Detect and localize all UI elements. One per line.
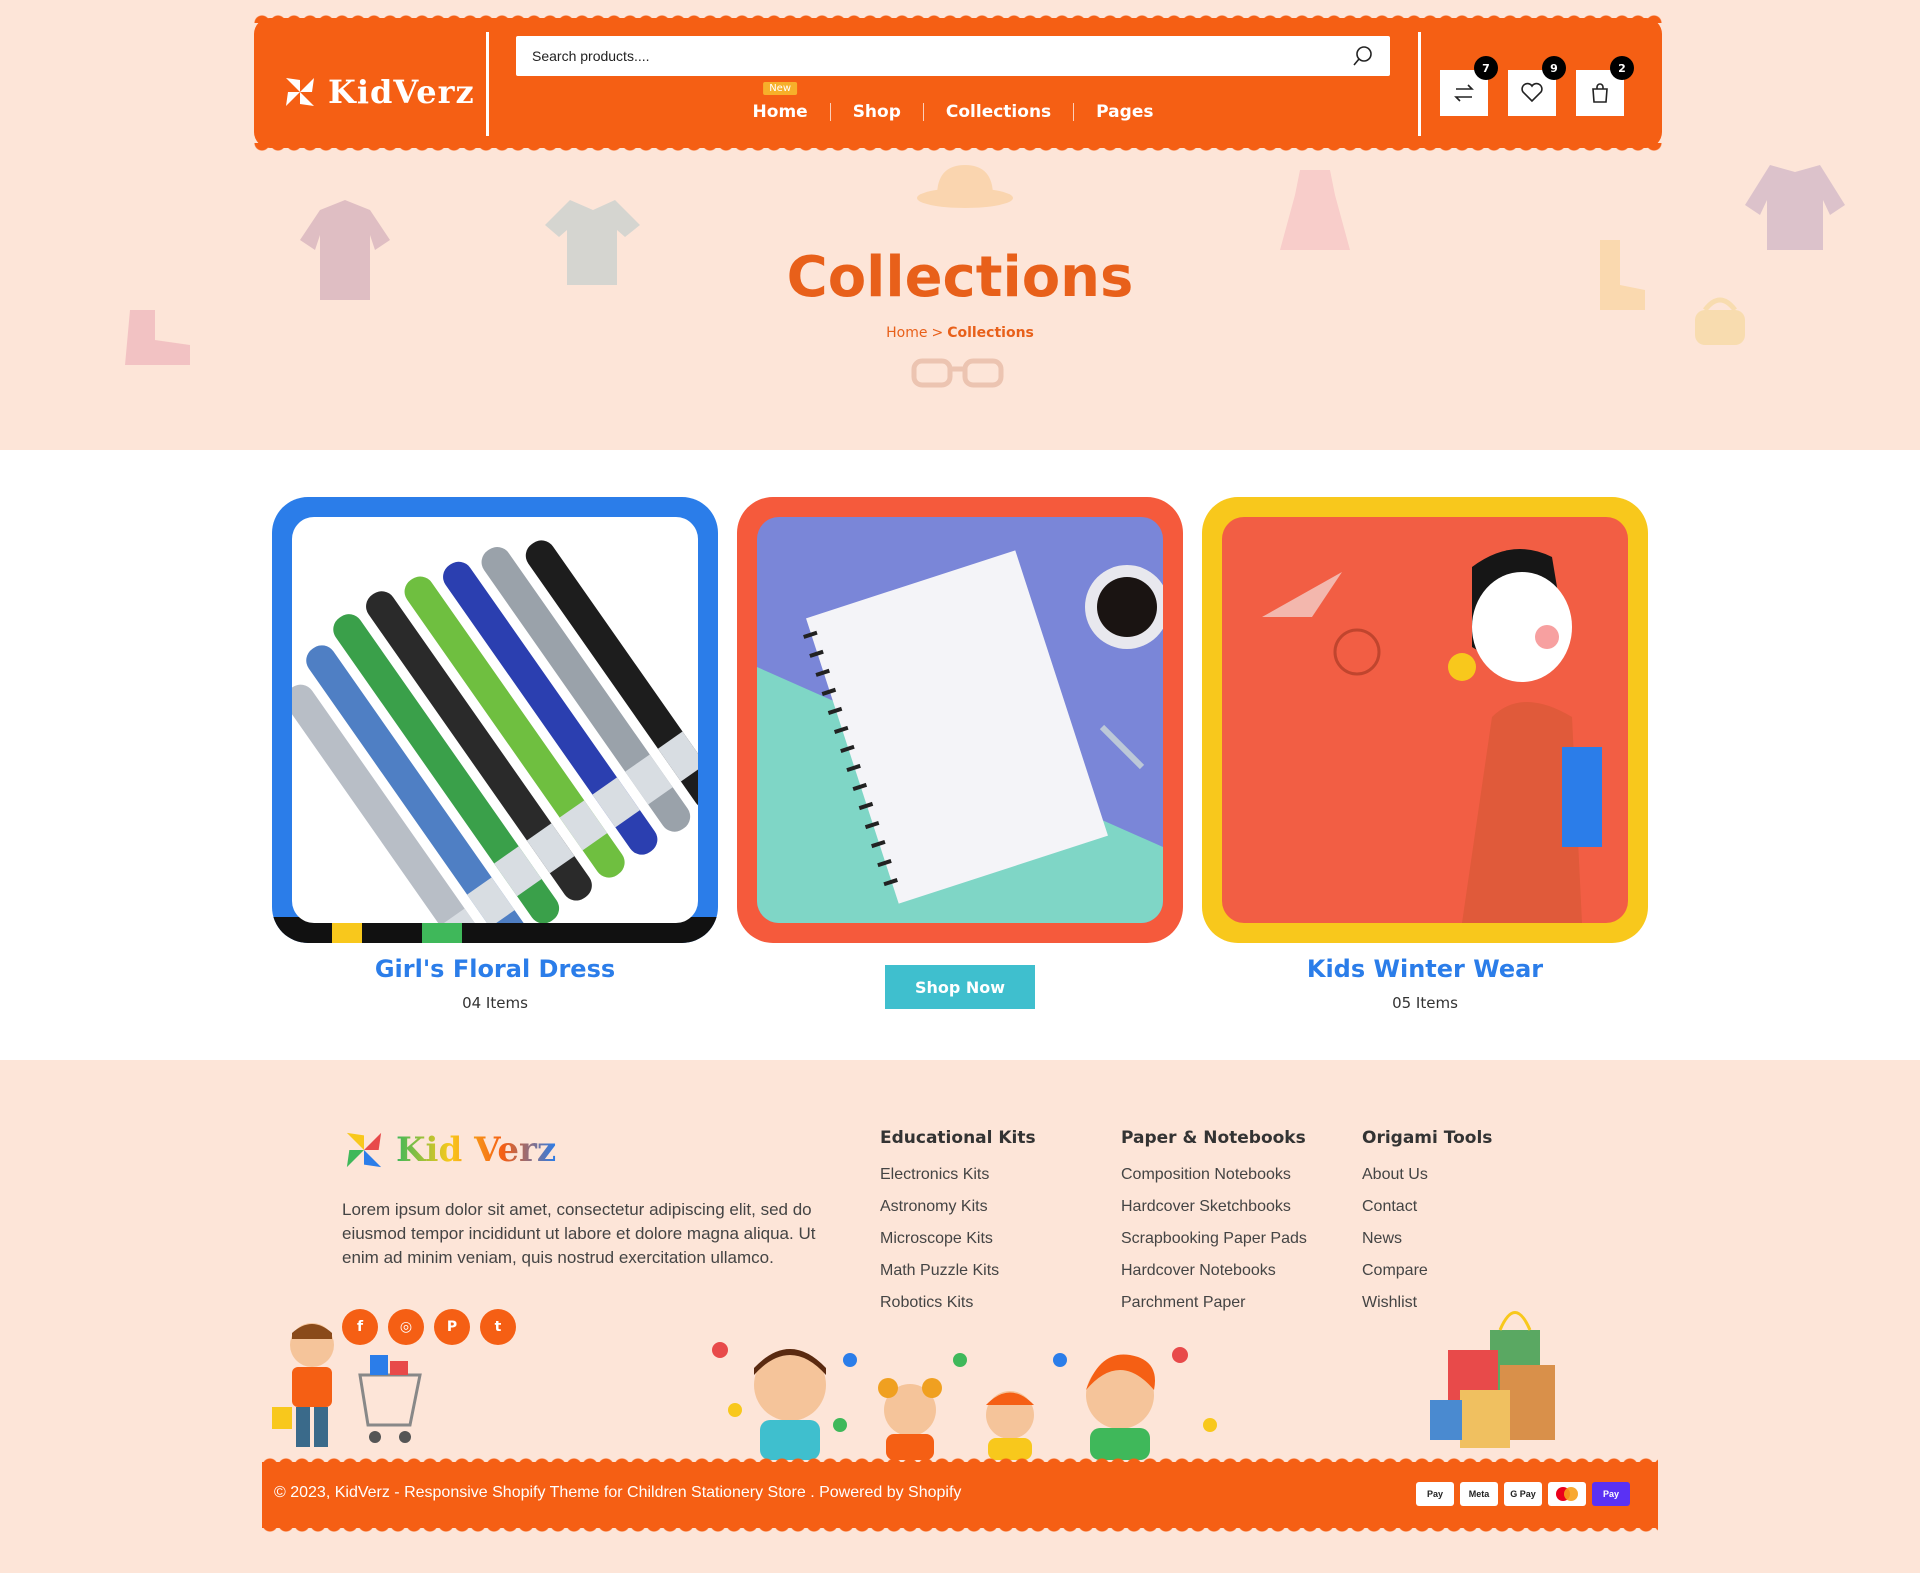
main-nav: New Home Shop Collections Pages	[516, 82, 1390, 122]
collection-title-3[interactable]: Kids Winter Wear	[1202, 955, 1648, 983]
compare-icon	[1454, 84, 1474, 102]
collection-title-1[interactable]: Girl's Floral Dress	[272, 955, 718, 983]
google-pay-icon: G Pay	[1504, 1482, 1542, 1506]
nav-item-shop[interactable]: Shop	[831, 102, 923, 122]
footer-column-paper-notebooks: Paper & Notebooks Composition Notebooks …	[1121, 1128, 1307, 1326]
heart-icon	[1521, 82, 1543, 103]
nav-label-home: Home	[752, 102, 808, 122]
meta-pay-icon: Meta	[1460, 1482, 1498, 1506]
kid-illustration-image	[1222, 517, 1628, 923]
twitter-icon[interactable]: t	[480, 1309, 516, 1345]
breadcrumb: Home > Collections	[0, 325, 1920, 341]
footer-bottom-bar: © 2023, KidVerz - Responsive Shopify The…	[262, 1456, 1658, 1534]
footer-column-title: Educational Kits	[880, 1128, 1036, 1148]
breadcrumb-separator: >	[931, 325, 944, 341]
new-badge: New	[763, 82, 798, 95]
cart-count: 2	[1610, 56, 1634, 80]
search-bar	[516, 36, 1390, 76]
footer-link[interactable]: Hardcover Sketchbooks	[1121, 1198, 1307, 1230]
footer-logo-text: Kid Verz	[396, 1130, 557, 1170]
nav-item-pages[interactable]: Pages	[1074, 102, 1175, 122]
breadcrumb-current: Collections	[947, 325, 1034, 341]
payment-methods: Pay Meta G Pay Pay	[1416, 1482, 1630, 1506]
pinterest-icon[interactable]: P	[434, 1309, 470, 1345]
footer-logo[interactable]: Kid Verz	[342, 1128, 556, 1172]
pinwheel-logo-icon	[286, 78, 314, 106]
collection-count-3: 05 Items	[1392, 994, 1458, 1012]
shopping-bags-illustration	[1430, 1311, 1555, 1448]
sweater-deco-icon	[1745, 165, 1845, 250]
footer-link[interactable]: Hardcover Notebooks	[1121, 1262, 1307, 1294]
shop-pay-icon: Pay	[1592, 1482, 1630, 1506]
kids-painted-hands-illustration	[712, 1342, 1217, 1460]
pens-illustration	[292, 540, 698, 923]
shop-now-button[interactable]: Shop Now	[885, 965, 1035, 1009]
logo-text: KidVerz	[328, 73, 475, 111]
site-header: KidVerz New Home Shop Collections Pages …	[254, 13, 1662, 153]
apple-pay-icon: Pay	[1416, 1482, 1454, 1506]
collection-card-3[interactable]	[1202, 497, 1648, 943]
bag-icon	[1592, 83, 1608, 103]
footer-column-title: Paper & Notebooks	[1121, 1128, 1306, 1148]
mastercard-icon	[1548, 1482, 1586, 1506]
footer-link[interactable]: About Us	[1362, 1166, 1492, 1198]
footer-column-title: Origami Tools	[1362, 1128, 1493, 1148]
footer-column-educational-kits: Educational Kits Electronics Kits Astron…	[880, 1128, 1036, 1326]
header-divider-right	[1418, 32, 1421, 136]
collection-card-1[interactable]	[272, 497, 718, 943]
page-title: Collections	[786, 245, 1134, 310]
wishlist-button[interactable]: 9	[1508, 56, 1566, 116]
copyright-text: © 2023, KidVerz - Responsive Shopify The…	[274, 1484, 962, 1501]
kid-shopping-cart-illustration	[272, 1323, 422, 1447]
nav-item-collections[interactable]: Collections	[924, 102, 1073, 122]
footer-link[interactable]: Contact	[1362, 1198, 1492, 1230]
dress-deco-icon	[1280, 170, 1350, 250]
footer-link[interactable]: Math Puzzle Kits	[880, 1262, 1036, 1294]
notebook-illustration	[757, 550, 1163, 923]
footer-link[interactable]: Composition Notebooks	[1121, 1166, 1307, 1198]
footer-link[interactable]: Robotics Kits	[880, 1294, 1036, 1326]
nav-item-home[interactable]: New Home	[731, 82, 830, 122]
footer-link[interactable]: Microscope Kits	[880, 1230, 1036, 1262]
footer-link[interactable]: Electronics Kits	[880, 1166, 1036, 1198]
hat-deco-icon	[917, 165, 1013, 208]
footer-link[interactable]: Parchment Paper	[1121, 1294, 1307, 1326]
footer-description: Lorem ipsum dolor sit amet, consectetur …	[342, 1200, 816, 1267]
notebook-image	[757, 517, 1163, 923]
cart-button[interactable]: 2	[1576, 56, 1634, 116]
header-divider-left	[486, 32, 489, 136]
footer-link[interactable]: News	[1362, 1230, 1492, 1262]
breadcrumb-home[interactable]: Home	[886, 325, 927, 341]
kid-illustration	[1262, 549, 1602, 923]
wishlist-count: 9	[1542, 56, 1566, 80]
collection-count-1: 04 Items	[462, 994, 528, 1012]
search-input[interactable]	[532, 48, 1352, 64]
site-logo[interactable]: KidVerz	[282, 73, 475, 111]
footer-link[interactable]: Scrapbooking Paper Pads	[1121, 1230, 1307, 1262]
pinwheel-logo-icon	[346, 1132, 382, 1168]
compare-button[interactable]: 7	[1440, 56, 1498, 116]
pens-image	[292, 517, 698, 923]
header-actions: 7 9 2	[1440, 56, 1634, 116]
compare-count: 7	[1474, 56, 1498, 80]
search-icon[interactable]	[1352, 45, 1374, 67]
footer-link[interactable]: Astronomy Kits	[880, 1198, 1036, 1230]
collection-card-2[interactable]	[737, 497, 1183, 943]
glasses-deco-icon	[911, 358, 1004, 388]
